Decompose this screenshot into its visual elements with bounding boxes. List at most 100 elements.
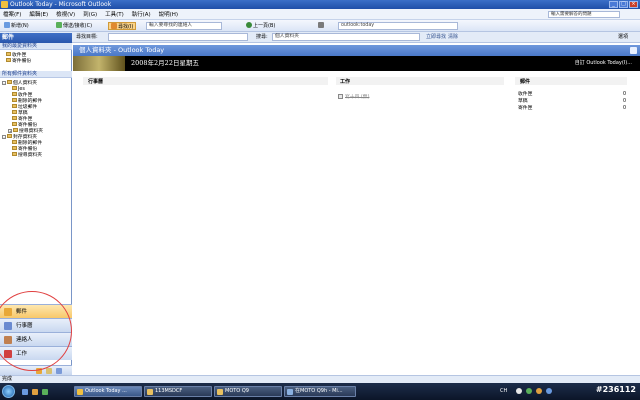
help-search-input[interactable]: 輸入需要解答的問題 — [548, 11, 620, 18]
quicklaunch-icon[interactable] — [32, 389, 38, 395]
title-bar: Outlook Today - Microsoft Outlook _ □ × — [0, 0, 640, 9]
standard-toolbar: 新增(N) 傳送/接收(C) 尋找(I) 輸入要尋找的連絡人 上一頁(B) ou… — [0, 20, 640, 32]
language-indicator[interactable]: CH — [500, 388, 507, 394]
start-button[interactable] — [2, 385, 15, 398]
taskbar-button-device[interactable]: 在MOTO Q9h - Mi... — [284, 386, 356, 397]
tasks-title[interactable]: 工作 — [340, 78, 350, 85]
junk-icon — [12, 104, 17, 108]
taskbar-label: 113MSDCF — [155, 388, 183, 394]
search-folder-icon — [13, 128, 18, 132]
content-title: 個人資料夾 - Outlook Today — [79, 46, 165, 54]
find-icon — [111, 23, 117, 29]
banner-decoration — [73, 56, 125, 71]
taskbar-button-folder[interactable]: 113MSDCF — [144, 386, 212, 397]
window-title: Outlook Today - Microsoft Outlook — [10, 1, 112, 8]
content-header: 個人資料夾 - Outlook Today — [73, 45, 640, 56]
task-label: 寫十四 (無) — [345, 95, 370, 100]
calendar-title[interactable]: 行事曆 — [88, 78, 103, 85]
search-folder-icon — [12, 152, 17, 156]
send-receive-label: 傳送/接收(C) — [63, 23, 93, 29]
home-icon — [318, 22, 324, 28]
new-button[interactable]: 新增(N) — [2, 22, 31, 30]
messages-title[interactable]: 郵件 — [520, 78, 530, 85]
message-folder-label: 寄件匣 — [518, 106, 533, 111]
new-icon — [4, 22, 10, 28]
tray-icon[interactable] — [546, 388, 552, 394]
taskbar: Outlook Today ... 113MSDCF MOTO Q9 在MOTO… — [0, 383, 640, 400]
contact-search-input[interactable]: 輸入要尋找的連絡人 — [146, 22, 222, 30]
tray-icon[interactable] — [516, 388, 522, 394]
nav-pane-header: 郵件 — [0, 33, 72, 43]
today-banner: 2008年2月22日星期五 自訂 Outlook Today(I)... — [73, 56, 640, 71]
message-count: 0 — [622, 106, 626, 111]
outbox-icon — [12, 116, 17, 120]
minimize-button[interactable]: _ — [609, 1, 618, 8]
drafts-icon — [12, 110, 17, 114]
message-row[interactable]: 收件匣 0 — [518, 92, 626, 98]
taskbar-button-moto[interactable]: MOTO Q9 — [214, 386, 282, 397]
maximize-button[interactable]: □ — [619, 1, 628, 8]
shortcuts-icon[interactable] — [46, 368, 52, 374]
address-input[interactable]: outlook:today — [338, 22, 458, 30]
tasks-section-header — [336, 77, 504, 85]
message-count: 0 — [622, 99, 626, 104]
taskbar-label: 在MOTO Q9h - Mi... — [295, 388, 343, 394]
folder-icon — [12, 86, 17, 90]
folder-label: 搜尋資料夾 — [18, 153, 42, 158]
inbox-icon — [12, 92, 17, 96]
outlook-icon — [77, 389, 83, 395]
all-folders-section-title[interactable]: 所有郵件資料夾 — [0, 71, 72, 78]
customize-link[interactable]: 自訂 Outlook Today(I)... — [575, 56, 632, 71]
task-checkbox[interactable] — [338, 94, 343, 99]
favorites-section-title[interactable]: 我的最愛資料夾 — [0, 43, 72, 50]
find-button[interactable]: 尋找(I) — [108, 22, 137, 30]
back-arrow-icon — [246, 22, 252, 28]
folder-icon — [217, 389, 223, 395]
favorite-sent-label: 寄件備份 — [12, 59, 32, 64]
notes-icon[interactable] — [56, 368, 62, 374]
message-count: 0 — [622, 92, 626, 97]
options-button[interactable]: 選項 — [616, 33, 630, 41]
today-date: 2008年2月22日星期五 — [131, 59, 199, 67]
tray-icon[interactable] — [536, 388, 542, 394]
folder-icon — [7, 134, 12, 138]
home-button[interactable] — [316, 22, 327, 30]
find-now-link[interactable]: 立即尋找 — [424, 33, 448, 41]
new-label: 新增(N) — [11, 23, 29, 29]
outlook-icon — [1, 1, 8, 8]
collapse-icon[interactable]: - — [2, 135, 6, 139]
search-bar: 尋找目標: 搜尋: 個人資料夾 立即尋找 清除 選項 — [0, 32, 640, 43]
message-row[interactable]: 草稿 0 — [518, 99, 626, 105]
expand-icon[interactable]: + — [8, 129, 12, 133]
scope-select[interactable]: 個人資料夾 — [272, 33, 420, 41]
taskbar-label: MOTO Q9 — [225, 388, 249, 394]
close-button[interactable]: × — [629, 1, 638, 8]
deleted-items-icon — [12, 140, 17, 144]
status-text: 完成 — [2, 376, 13, 382]
folder-icon — [6, 52, 11, 56]
folder-item[interactable]: 搜尋資料夾 — [12, 152, 42, 159]
quicklaunch-icon[interactable] — [22, 389, 28, 395]
back-button[interactable]: 上一頁(B) — [244, 22, 277, 30]
favorite-sent[interactable]: 寄件備份 — [6, 58, 31, 65]
search-label: 尋找目標: — [76, 34, 98, 40]
taskbar-label: Outlook Today ... — [85, 388, 127, 394]
menu-bar: 檔案(F) 編輯(E) 檢視(V) 到(G) 工具(T) 執行(A) 說明(H)… — [0, 9, 640, 20]
find-target-input[interactable] — [108, 33, 248, 41]
clear-link[interactable]: 清除 — [446, 33, 460, 41]
collapse-icon[interactable]: - — [2, 81, 6, 85]
back-label: 上一頁(B) — [253, 23, 276, 29]
taskbar-button-outlook[interactable]: Outlook Today ... — [74, 386, 142, 397]
device-icon — [287, 389, 293, 395]
tray-icon[interactable] — [526, 388, 532, 394]
task-item[interactable]: 寫十四 (無) — [338, 93, 369, 100]
watermark-text: #236112 — [595, 385, 636, 394]
quicklaunch-icon[interactable] — [42, 389, 48, 395]
find-label: 尋找(I) — [118, 24, 134, 30]
deleted-items-icon — [12, 98, 17, 102]
message-folder-label: 收件匣 — [518, 92, 533, 97]
send-receive-button[interactable]: 傳送/接收(C) — [54, 22, 94, 30]
message-row[interactable]: 寄件匣 0 — [518, 106, 626, 112]
scope-label: 搜尋: — [256, 34, 268, 40]
sent-icon — [12, 122, 17, 126]
